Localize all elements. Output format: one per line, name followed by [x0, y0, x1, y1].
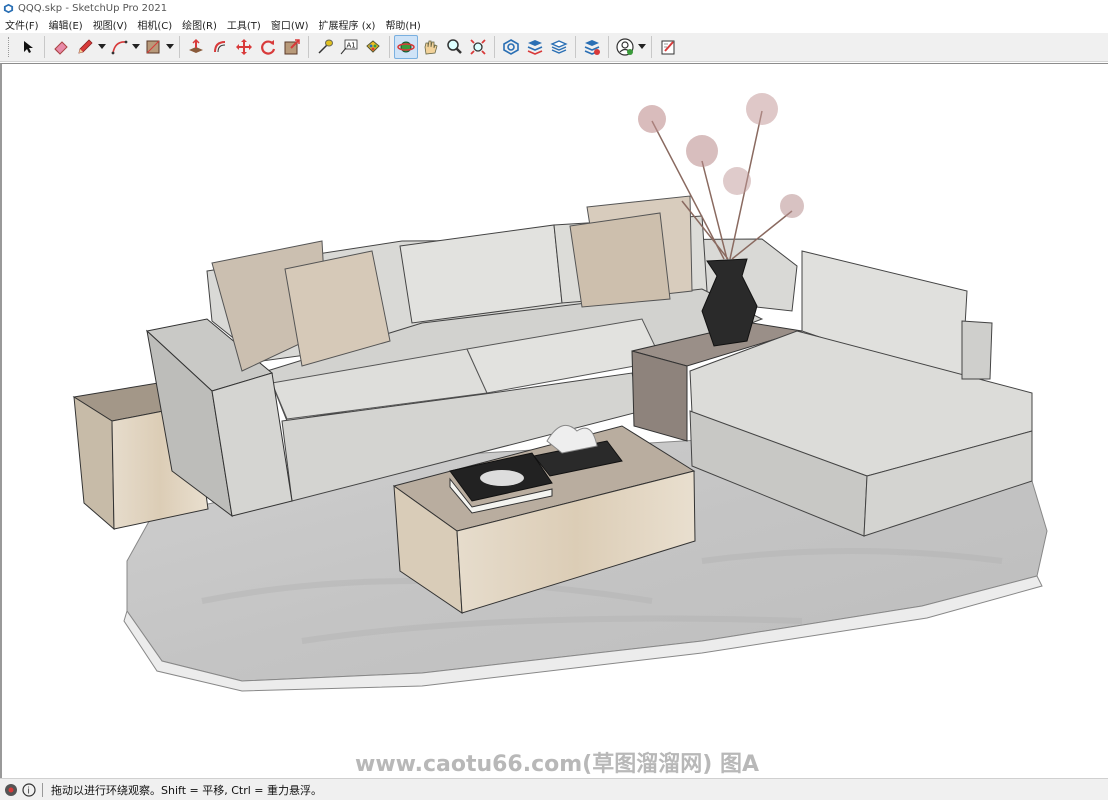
menu-file[interactable]: 文件(F) — [0, 17, 44, 32]
info-icon[interactable]: i — [22, 782, 36, 797]
zoom-extents-tool-button[interactable] — [466, 35, 490, 59]
toolbar-separator — [575, 36, 576, 58]
tape-measure-icon — [318, 39, 333, 54]
sketch-tool-button[interactable] — [656, 35, 680, 59]
menu-edit[interactable]: 编辑(E) — [44, 17, 88, 32]
arrow-cursor-icon — [24, 41, 33, 53]
status-bar: i 拖动以进行环绕观察。Shift = 平移, Ctrl = 重力悬浮。 — [0, 778, 1108, 800]
extension-manager-tool-button[interactable] — [580, 35, 604, 59]
pencil-icon — [78, 39, 93, 54]
paint-bucket-tool-button[interactable] — [361, 35, 385, 59]
extension-warehouse-tool-button[interactable] — [523, 35, 547, 59]
dropdown-arrow-icon — [166, 44, 174, 49]
arc-icon — [111, 40, 128, 55]
paint-bucket-icon — [366, 40, 380, 53]
extension-manager-icon — [584, 40, 600, 55]
layout-tool-button[interactable] — [547, 35, 571, 59]
account-dropdown[interactable] — [637, 35, 647, 59]
warehouse-icon — [503, 39, 519, 55]
select-tool-button[interactable] — [16, 35, 40, 59]
orbit-tool-button[interactable] — [394, 35, 418, 59]
arc-tool-button[interactable] — [107, 35, 131, 59]
scale-icon — [284, 39, 300, 55]
tape-measure-tool-button[interactable] — [313, 35, 337, 59]
toolbar-separator — [608, 36, 609, 58]
toolbar-separator — [44, 36, 45, 58]
rectangle-tool-button[interactable] — [141, 35, 165, 59]
push-pull-icon — [189, 38, 203, 53]
main-toolbar: A1 — [0, 33, 1108, 62]
toolbar-separator — [389, 36, 390, 58]
sketch-edit-icon — [661, 40, 675, 55]
pencil-dropdown[interactable] — [97, 35, 107, 59]
offset-icon — [214, 41, 226, 53]
menu-camera[interactable]: 相机(C) — [132, 17, 177, 32]
dropdown-arrow-icon — [638, 44, 646, 49]
watermark-text: www.caotu66.com(草图溜溜网) 图A — [355, 751, 759, 777]
hand-pan-icon — [424, 40, 438, 55]
menu-tools[interactable]: 工具(T) — [222, 17, 266, 32]
text-tool-button[interactable]: A1 — [337, 35, 361, 59]
toolbar-separator — [651, 36, 652, 58]
menu-draw[interactable]: 绘图(R) — [177, 17, 222, 32]
model-viewport[interactable]: www.caotu66.com(草图溜溜网) 图A — [0, 63, 1108, 778]
3d-warehouse-tool-button[interactable] — [499, 35, 523, 59]
magnifier-icon — [447, 39, 462, 54]
scale-tool-button[interactable] — [280, 35, 304, 59]
push-pull-tool-button[interactable] — [184, 35, 208, 59]
toolbar-separator — [494, 36, 495, 58]
toolbar-separator — [179, 36, 180, 58]
text-label-icon: A1 — [340, 39, 358, 55]
window-title: QQQ.skp - SketchUp Pro 2021 — [18, 2, 168, 14]
svg-text:A1: A1 — [347, 42, 356, 50]
rectangle-dropdown[interactable] — [165, 35, 175, 59]
menu-extensions[interactable]: 扩展程序 (x) — [314, 17, 381, 32]
eraser-tool-button[interactable] — [49, 35, 73, 59]
toolbar-separator — [308, 36, 309, 58]
eraser-icon — [54, 41, 68, 55]
zoom-extents-icon — [470, 39, 486, 55]
svg-text:i: i — [27, 786, 30, 796]
title-bar: QQQ.skp - SketchUp Pro 2021 — [0, 0, 1108, 16]
menu-help[interactable]: 帮助(H) — [380, 17, 425, 32]
sofa-scene-model[interactable]: www.caotu66.com(草图溜溜网) 图A — [2, 64, 1108, 778]
user-account-icon — [616, 38, 634, 56]
move-arrows-icon — [236, 39, 252, 55]
pencil-tool-button[interactable] — [73, 35, 97, 59]
toolbar-grip[interactable] — [8, 37, 12, 57]
rectangle-icon — [146, 40, 160, 54]
layers-stack-icon — [550, 40, 568, 54]
geo-location-icon[interactable] — [4, 783, 18, 797]
menu-bar: 文件(F) 编辑(E) 视图(V) 相机(C) 绘图(R) 工具(T) 窗口(W… — [0, 16, 1108, 33]
sketchup-logo-icon — [3, 3, 14, 13]
dropdown-arrow-icon — [132, 44, 140, 49]
account-button[interactable] — [613, 35, 637, 59]
menu-window[interactable]: 窗口(W) — [266, 17, 314, 32]
dropdown-arrow-icon — [98, 44, 106, 49]
menu-view[interactable]: 视图(V) — [88, 17, 133, 32]
status-divider — [42, 782, 43, 797]
pan-tool-button[interactable] — [418, 35, 442, 59]
orbit-icon — [397, 41, 415, 53]
rotate-tool-button[interactable] — [256, 35, 280, 59]
rotate-icon — [261, 40, 276, 55]
arc-dropdown[interactable] — [131, 35, 141, 59]
extension-warehouse-icon — [527, 40, 543, 55]
status-message: 拖动以进行环绕观察。Shift = 平移, Ctrl = 重力悬浮。 — [51, 783, 322, 797]
zoom-tool-button[interactable] — [442, 35, 466, 59]
move-tool-button[interactable] — [232, 35, 256, 59]
offset-tool-button[interactable] — [208, 35, 232, 59]
